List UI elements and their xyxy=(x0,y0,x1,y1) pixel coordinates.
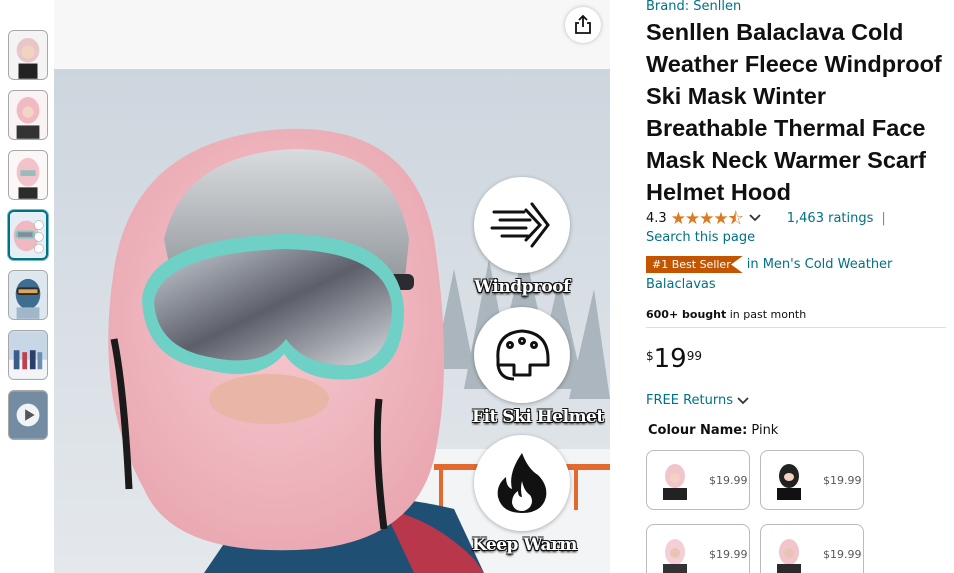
helmet-icon xyxy=(496,329,550,381)
bought-suffix: in past month xyxy=(726,308,807,321)
colour-swatch-4[interactable]: $19.99 xyxy=(760,524,864,573)
rating-value: 4.3 xyxy=(646,211,667,226)
thumbnail-6[interactable] xyxy=(8,330,48,380)
feature-label: Windproof xyxy=(474,277,570,297)
swatch-price: $19.99 xyxy=(709,473,748,487)
share-button[interactable] xyxy=(565,7,601,43)
feature-keep-warm: Keep Warm xyxy=(472,435,577,555)
chevron-down-icon xyxy=(737,396,749,404)
main-product-image[interactable]: Windproof Fit Ski Helmet Keep Warm xyxy=(54,69,610,573)
swatch-price: $19.99 xyxy=(823,473,862,487)
colour-label: Colour Name: xyxy=(648,423,748,438)
wind-icon xyxy=(490,202,550,248)
star-rating-icon[interactable]: ★★★★⯪ xyxy=(671,210,744,228)
thumbnail-3[interactable] xyxy=(8,150,48,200)
thumbnail-5[interactable] xyxy=(8,270,48,320)
swatch-image xyxy=(777,539,801,573)
price-whole: 19 xyxy=(653,344,687,374)
bought-in-past-month: 600+ bought in past month xyxy=(646,308,806,321)
best-seller-badge[interactable]: #1 Best Seller xyxy=(646,256,743,273)
main-image-top-area xyxy=(54,0,610,69)
price-symbol: $ xyxy=(646,349,654,363)
best-seller-row: #1 Best Seller in Men's Cold Weather Bala… xyxy=(646,255,948,295)
feature-circle xyxy=(474,435,570,531)
feature-label: Keep Warm xyxy=(472,535,577,555)
free-returns-label: FREE Returns xyxy=(646,393,733,408)
thumbnail-1[interactable] xyxy=(8,30,48,80)
feature-label: Fit Ski Helmet xyxy=(472,407,604,427)
feature-circle xyxy=(474,307,570,403)
swatch-image xyxy=(663,539,687,573)
swatch-price: $19.99 xyxy=(709,547,748,561)
swatch-price: $19.99 xyxy=(823,547,862,561)
flame-icon xyxy=(497,453,547,513)
search-this-page-link[interactable]: Search this page xyxy=(646,230,755,245)
share-icon xyxy=(575,15,591,34)
colour-name: Colour Name: Pink xyxy=(648,423,778,438)
thumbnail-7-video[interactable] xyxy=(8,390,48,440)
feature-fit-ski-helmet: Fit Ski Helmet xyxy=(472,307,604,427)
free-returns-link[interactable]: FREE Returns xyxy=(646,393,749,408)
price-fraction: 99 xyxy=(686,349,703,363)
swatch-image xyxy=(777,464,801,500)
colour-value: Pink xyxy=(751,423,779,438)
feature-circle xyxy=(474,177,570,273)
feature-windproof: Windproof xyxy=(472,177,572,297)
bought-count: 600+ bought xyxy=(646,308,727,321)
ratings-count-link[interactable]: 1,463 ratings xyxy=(787,210,874,228)
colour-swatch-2[interactable]: $19.99 xyxy=(760,450,864,510)
product-title: Senllen Balaclava Cold Weather Fleece Wi… xyxy=(646,19,942,205)
separator: | xyxy=(881,211,886,226)
thumbnail-4-active[interactable] xyxy=(8,210,48,260)
price: $ 19 99 xyxy=(646,344,702,374)
rating-row: 4.3 ★★★★⯪ 1,463 ratings | xyxy=(646,210,948,228)
thumbnail-2[interactable] xyxy=(8,90,48,140)
colour-swatch-1[interactable]: $19.99 xyxy=(646,450,750,510)
brand-link[interactable]: Brand: Senllen xyxy=(646,0,741,14)
colour-swatch-3[interactable]: $19.99 xyxy=(646,524,750,573)
swatch-image xyxy=(663,464,687,500)
divider xyxy=(646,327,946,328)
chevron-down-icon[interactable] xyxy=(749,210,761,228)
